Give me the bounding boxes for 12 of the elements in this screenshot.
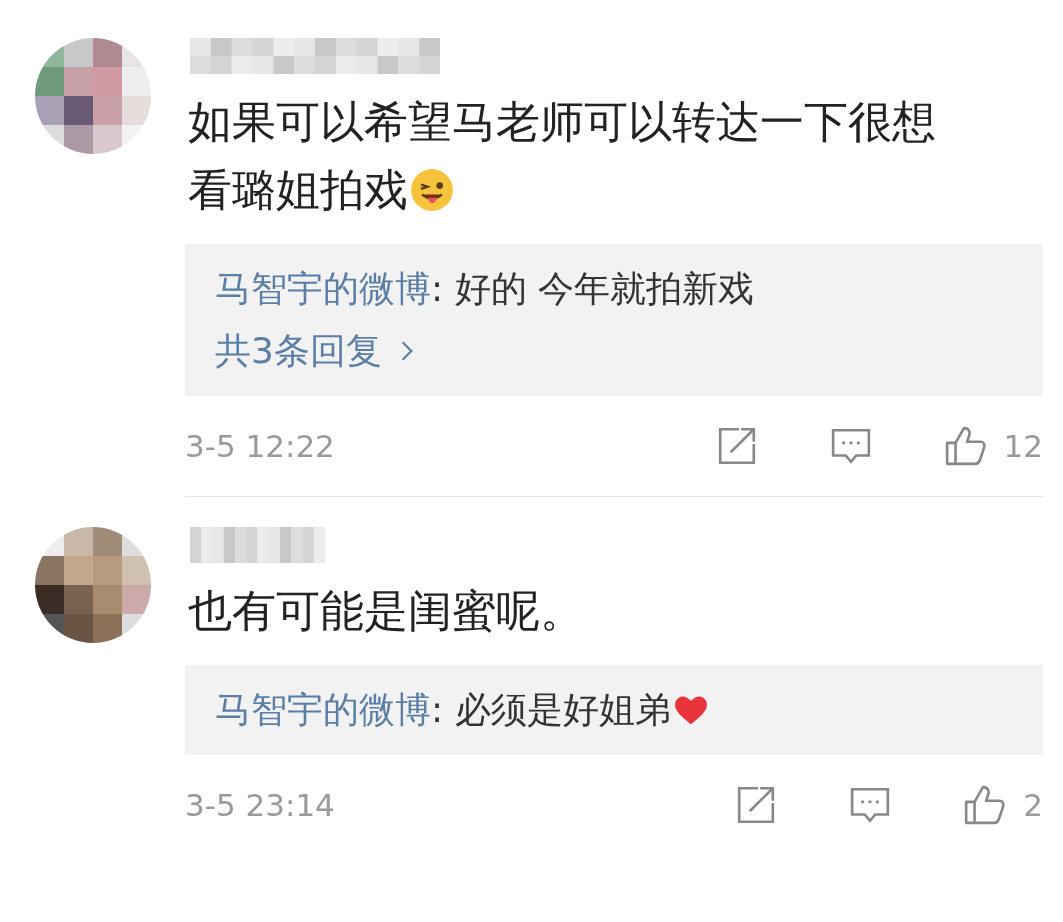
- like-count: 12: [1003, 428, 1043, 464]
- author-link[interactable]: 马智宇的微博: [215, 268, 431, 309]
- more-replies-link[interactable]: 共3条回复: [215, 328, 414, 374]
- timestamp: 3-5 12:22: [185, 428, 335, 464]
- comment-text: 也有可能是闺蜜呢。: [188, 584, 584, 638]
- like-count: 2: [1023, 787, 1043, 823]
- comment-text: 看璐姐拍戏: [188, 163, 408, 217]
- author-link[interactable]: 马智宇的微博: [215, 689, 431, 730]
- reply-text: : 好的 今年就拍新戏: [431, 268, 754, 309]
- timestamp: 3-5 23:14: [185, 787, 335, 823]
- reply-text: : 必须是好姐弟: [431, 689, 671, 730]
- comment-text: 如果可以希望马老师可以转达一下很想: [188, 95, 936, 149]
